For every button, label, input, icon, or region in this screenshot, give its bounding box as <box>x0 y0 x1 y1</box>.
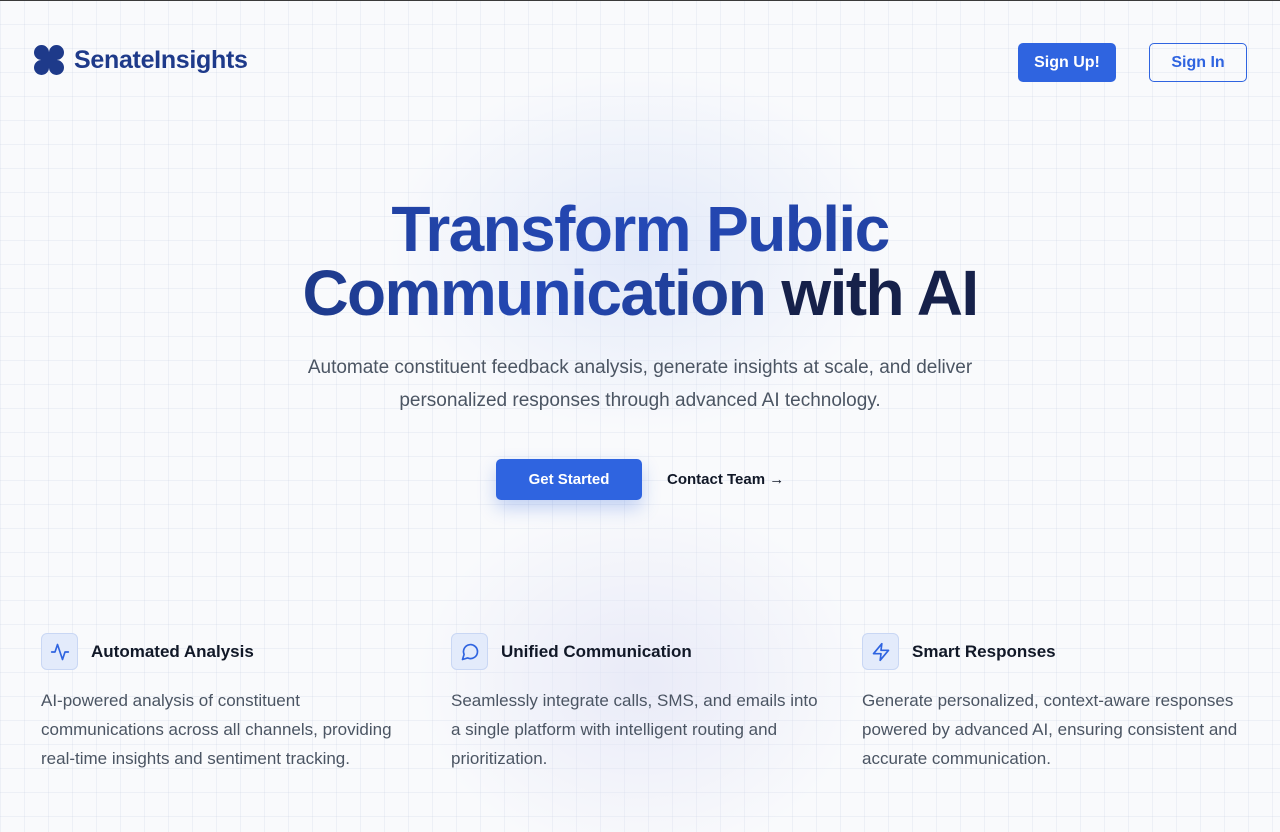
feature-header: Unified Communication <box>451 633 831 670</box>
get-started-button[interactable]: Get Started <box>496 459 642 500</box>
lightning-icon <box>862 633 899 670</box>
feature-header: Automated Analysis <box>41 633 421 670</box>
feature-description: AI-powered analysis of constituent commu… <box>41 691 392 768</box>
feature-title: Automated Analysis <box>91 641 254 661</box>
sign-up-button[interactable]: Sign Up! <box>1018 43 1116 82</box>
contact-team-link[interactable]: Contact Team → <box>667 459 784 500</box>
activity-icon <box>41 633 78 670</box>
sign-in-button[interactable]: Sign In <box>1149 43 1247 82</box>
message-circle-icon <box>451 633 488 670</box>
hero-title-highlight: Communication <box>302 257 766 329</box>
clover-logo-icon <box>34 45 64 75</box>
hero-title-line-2: Communication with AI <box>0 261 1280 325</box>
feature-unified-communication: Unified Communication Seamlessly integra… <box>451 633 831 773</box>
hero-title: Transform Public Communication with AI <box>0 197 1280 325</box>
feature-header: Smart Responses <box>862 633 1242 670</box>
hero-title-line-1: Transform Public <box>0 197 1280 261</box>
feature-description: Seamlessly integrate calls, SMS, and ema… <box>451 691 818 768</box>
feature-smart-responses: Smart Responses Generate personalized, c… <box>862 633 1242 773</box>
feature-description: Generate personalized, context-aware res… <box>862 691 1238 768</box>
hero-title-suffix: with AI <box>765 257 979 329</box>
feature-title: Unified Communication <box>501 641 692 661</box>
feature-automated-analysis: Automated Analysis AI-powered analysis o… <box>41 633 421 773</box>
feature-title: Smart Responses <box>912 641 1056 661</box>
hero-subtitle: Automate constituent feedback analysis, … <box>307 357 973 411</box>
brand-name: SenateInsights <box>74 45 248 74</box>
brand-logo[interactable]: SenateInsights <box>32 43 248 77</box>
